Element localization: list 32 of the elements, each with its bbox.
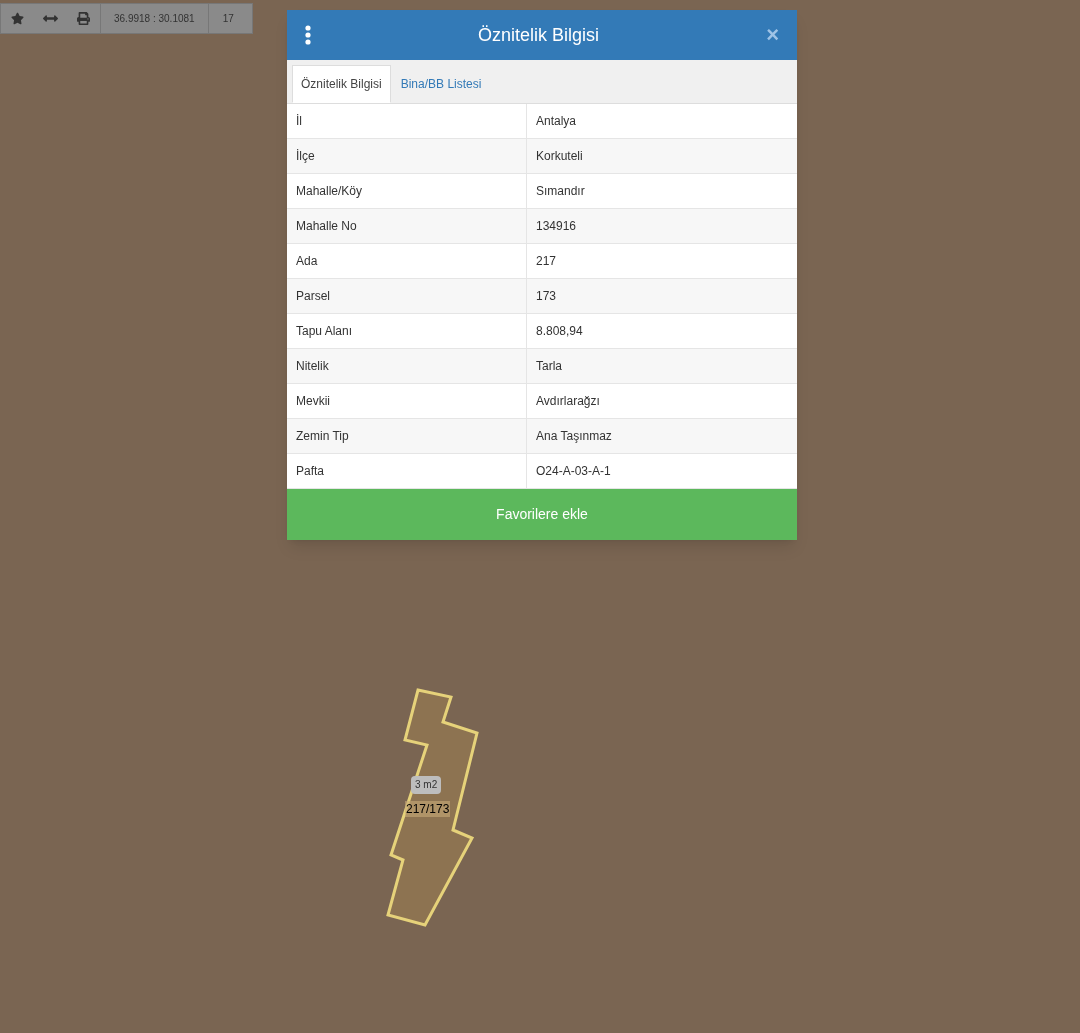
attribute-label: İlçe [287, 139, 527, 173]
attribute-label: Zemin Tip [287, 419, 527, 453]
dialog-title: Öznitelik Bilgisi [478, 23, 600, 47]
attribute-label: Mahalle/Köy [287, 174, 527, 208]
tab[interactable]: Öznitelik Bilgisi [292, 65, 391, 103]
vertical-dots-icon[interactable] [305, 25, 311, 45]
attribute-label: İl [287, 104, 527, 138]
attribute-value: Antalya [535, 113, 578, 130]
add-to-favorites-button[interactable]: Favorilere ekle [287, 489, 797, 540]
attribute-value: O24-A-03-A-1 [535, 463, 612, 480]
attribute-label: Ada [287, 244, 527, 278]
attribute-label: Nitelik [287, 349, 527, 383]
attribute-label: Mevkii [287, 384, 527, 418]
attribute-value: 8.808,94 [535, 323, 584, 340]
attribute-value: Tarla [535, 358, 563, 375]
close-button[interactable]: × [766, 24, 779, 46]
attribute-value: Ana Taşınmaz [535, 428, 613, 445]
attribute-value: 134916 [535, 218, 578, 235]
attribute-label: Tapu Alanı [287, 314, 527, 348]
attribute-value: Sımandır [535, 183, 586, 200]
attribute-value: Avdırlarağzı [535, 393, 601, 410]
attribute-label: Pafta [287, 454, 527, 488]
zoom-level-text: 17 [207, 4, 248, 33]
attribute-value: 217 [535, 253, 558, 270]
attribute-value: 173 [535, 288, 558, 305]
attribute-label: Parsel [287, 279, 527, 313]
tab[interactable]: Bina/BB Listesi [390, 65, 492, 103]
area-label: 3 m2 [411, 776, 442, 794]
attribute-value: Korkuteli [535, 148, 584, 165]
parcel-label: 217/173 [405, 801, 451, 817]
coordinates-text: 36.9918 : 30.1081 [100, 4, 208, 33]
attribute-label: Mahalle No [287, 209, 527, 243]
